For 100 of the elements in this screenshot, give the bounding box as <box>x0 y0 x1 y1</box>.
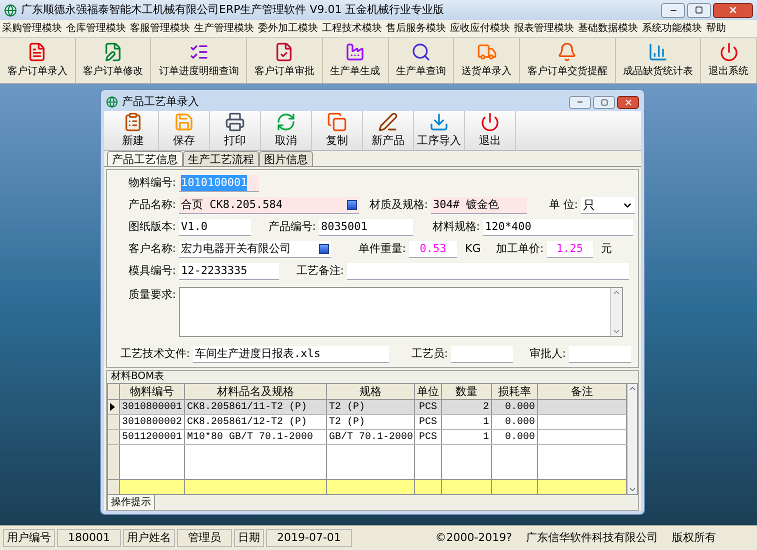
input-field[interactable]: 12-2233335 <box>179 263 279 280</box>
power-icon <box>480 112 500 132</box>
clipboard-icon <box>123 112 143 132</box>
pen-icon <box>378 112 398 132</box>
toolbar-button[interactable]: 退出系统 <box>701 38 757 83</box>
toolbar-button[interactable]: 复制 <box>312 111 363 150</box>
toolbar-button[interactable]: 生产单查询 <box>388 38 454 83</box>
toolbar-button[interactable]: 客户订单审批 <box>247 38 323 83</box>
field-label: 材料规格: <box>431 219 481 236</box>
field-label: 图纸版本: <box>127 219 177 236</box>
status-text: 日期 <box>234 528 264 548</box>
menu-item[interactable]: 采购管理模块 <box>0 21 64 36</box>
table-cell: 5011200001 <box>120 430 185 444</box>
unit-dropdown[interactable]: 只 <box>581 197 635 214</box>
menu-item[interactable]: 售后服务模块 <box>384 21 448 36</box>
table-cell: 3010800002 <box>120 415 185 429</box>
menu-item[interactable]: 报表管理模块 <box>512 21 576 36</box>
input-field[interactable]: 120*400 <box>483 219 633 236</box>
table-cell: T2 (P) <box>327 415 415 429</box>
table-cell: 0.000 <box>492 430 538 444</box>
menu-item[interactable]: 仓库管理模块 <box>64 21 128 36</box>
toolbar-button[interactable]: 打印 <box>210 111 261 150</box>
input-field[interactable]: 304# 镀金色 <box>431 197 527 214</box>
bar-chart-icon <box>648 42 668 62</box>
column-header[interactable]: 材料品名及规格 <box>185 384 327 399</box>
menu-item[interactable]: 帮助 <box>704 21 728 36</box>
scrollbar[interactable] <box>627 384 637 494</box>
tab[interactable]: 生产工艺流程 <box>183 151 259 166</box>
printer-icon <box>225 112 245 132</box>
lookup-button[interactable] <box>319 244 329 254</box>
toolbar-button[interactable]: 退出 <box>465 111 516 150</box>
menu-item[interactable]: 工程技术模块 <box>320 21 384 36</box>
scrollbar[interactable] <box>610 288 622 336</box>
status-text: 180001 <box>57 528 121 548</box>
toolbar-button[interactable]: 取消 <box>261 111 312 150</box>
maximize-button[interactable] <box>687 2 711 18</box>
close-button[interactable] <box>713 2 753 18</box>
column-header[interactable]: 单位 <box>415 384 442 399</box>
field-label: 模具编号: <box>127 263 177 280</box>
toolbar-button[interactable]: 客户订单交货提醒 <box>520 38 616 83</box>
status-text: 2019-07-01 <box>266 528 352 548</box>
table-row[interactable]: 5011200001 M10*80 GB/T 70.1-2000 GB/T 70.1-2000 PCS 1 0.000 <box>108 430 627 445</box>
field-label: 产品名称: <box>127 197 177 214</box>
column-header[interactable]: 数量 <box>442 384 492 399</box>
close-icon <box>624 98 632 106</box>
table-cell: 1 <box>442 430 492 444</box>
toolbar-button[interactable]: 新建 <box>108 111 159 150</box>
menu-item[interactable]: 客服管理模块 <box>128 21 192 36</box>
field-label: 质量要求: <box>127 287 177 303</box>
field-value: V1.0 <box>181 218 208 235</box>
toolbar-button[interactable]: 保存 <box>159 111 210 150</box>
toolbar-button[interactable]: 客户订单录入 <box>0 38 76 83</box>
power-icon <box>718 42 739 62</box>
input-field[interactable]: 车间生产进度日报表.xls <box>193 346 389 363</box>
field-value: 8035001 <box>321 218 368 235</box>
tab[interactable]: 产品工艺信息 <box>107 151 183 166</box>
column-header[interactable]: 规格 <box>327 384 415 399</box>
toolbar-button[interactable]: 生产单生成 <box>322 38 389 83</box>
field-label: 客户名称: <box>127 241 177 258</box>
tab[interactable]: 图片信息 <box>259 151 313 166</box>
table-row[interactable]: 3010800002 CK8.205861/12-T2 (P) T2 (P) PCS 1 0.000 <box>108 415 627 430</box>
toolbar-button[interactable]: 工序导入 <box>414 111 465 150</box>
input-field[interactable]: 8035001 <box>319 219 413 236</box>
table-cell: T2 (P) <box>327 400 415 414</box>
field-label: 产品编号: <box>267 219 317 236</box>
unit-label: KG <box>465 241 481 258</box>
table-cell: 3010800001 <box>120 400 185 414</box>
field-label: 工艺技术文件: <box>119 346 191 362</box>
toolbar-button[interactable]: 成品缺货统计表 <box>616 38 702 83</box>
field-value: 车间生产进度日报表.xls <box>195 346 320 362</box>
dropdown-value: 只 <box>583 197 595 214</box>
field-value: 1010100001 <box>181 174 248 192</box>
toolbar-button[interactable]: 客户订单修改 <box>76 38 152 83</box>
toolbar-button[interactable]: 送货单录入 <box>454 38 520 83</box>
column-header[interactable]: 物料编号 <box>120 384 185 399</box>
toolbar-button[interactable]: 新产品 <box>363 111 414 150</box>
text-area[interactable] <box>179 287 623 337</box>
field-label: 工艺备注: <box>295 263 345 280</box>
menu-item[interactable]: 应收应付模块 <box>448 21 512 36</box>
table-cell: PCS <box>415 430 442 444</box>
input-field[interactable]: 合页 CK8.205.584 <box>179 197 359 214</box>
app-icon <box>4 4 17 16</box>
input-field[interactable] <box>347 263 629 280</box>
row-header[interactable] <box>108 400 120 414</box>
restore-button[interactable] <box>593 96 615 108</box>
document-edit-icon <box>103 42 124 62</box>
menu-item[interactable]: 生产管理模块 <box>192 21 256 36</box>
close-button[interactable] <box>617 96 639 108</box>
menu-item[interactable]: 基础数据模块 <box>576 21 640 36</box>
table-row[interactable]: 3010800001 CK8.205861/11-T2 (P) T2 (P) PCS 2 0.000 <box>108 400 627 415</box>
column-header[interactable]: 损耗率 <box>492 384 538 399</box>
lookup-button[interactable] <box>347 200 357 210</box>
menu-item[interactable]: 委外加工模块 <box>256 21 320 36</box>
input-field[interactable] <box>451 346 513 363</box>
hint-tab[interactable]: 操作提示 <box>107 494 155 510</box>
toolbar-button[interactable]: 订单进度明细查询 <box>151 38 248 83</box>
input-field[interactable] <box>569 346 631 363</box>
input-field[interactable]: 宏力电器开关有限公司 <box>179 241 331 258</box>
menu-item[interactable]: 系统功能模块 <box>640 21 704 36</box>
input-field[interactable]: V1.0 <box>179 219 251 236</box>
